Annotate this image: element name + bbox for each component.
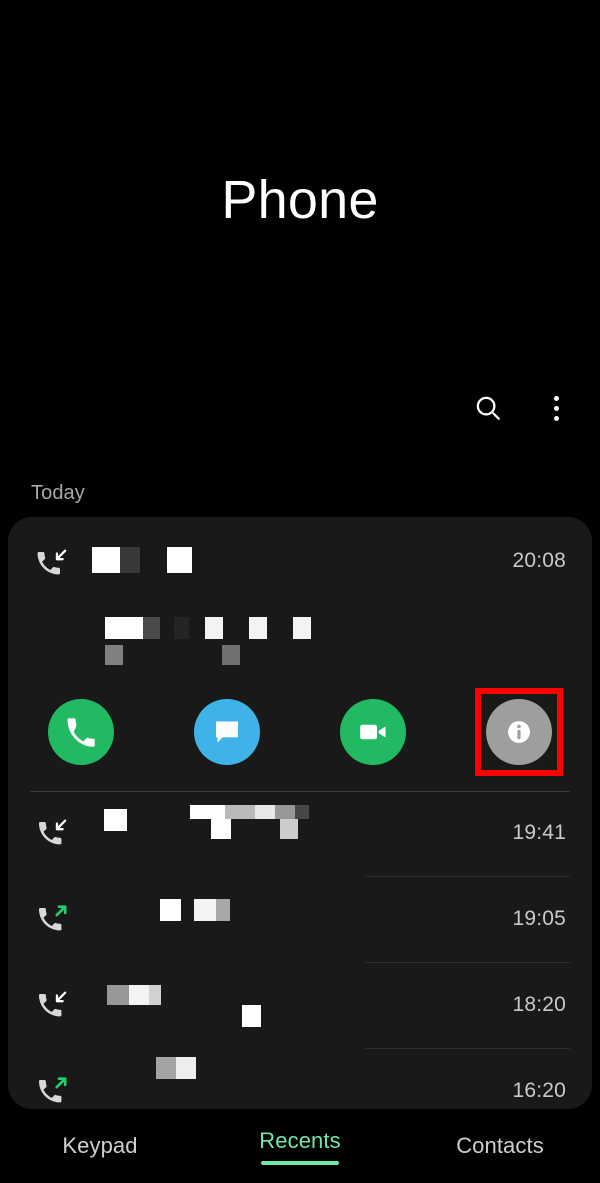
redaction-block xyxy=(211,819,231,839)
incoming-call-icon xyxy=(38,819,67,845)
redaction-block xyxy=(280,819,298,839)
expanded-entry-header: 20:08 xyxy=(8,541,592,585)
nav-contacts[interactable]: Contacts xyxy=(400,1109,600,1183)
call-row-time: 19:05 xyxy=(512,907,566,930)
message-action-cell xyxy=(154,699,300,765)
more-vertical-icon xyxy=(553,395,559,421)
redaction-block xyxy=(275,805,295,819)
quick-action-row xyxy=(8,688,592,776)
call-rows-container: 19:41 19:05 18:20 16:20 xyxy=(8,791,592,1109)
video-call-action-cell xyxy=(300,699,446,765)
call-list-row[interactable]: 19:05 xyxy=(8,877,592,963)
phone-app-screen: Phone Today 20:08 19:41 19:05 18:20 16:2… xyxy=(0,0,600,1183)
redaction-block xyxy=(156,1057,176,1079)
call-list-row[interactable]: 18:20 xyxy=(8,963,592,1049)
call-details-button[interactable] xyxy=(486,699,552,765)
nav-item-label: Contacts xyxy=(456,1133,544,1158)
redaction-block xyxy=(174,617,189,639)
nav-item-label: Recents xyxy=(259,1127,341,1153)
video-camera-icon xyxy=(360,724,386,740)
app-bar-actions xyxy=(466,386,578,430)
expanded-call-entry[interactable]: 20:08 xyxy=(8,517,592,792)
nav-keypad[interactable]: Keypad xyxy=(0,1109,200,1183)
search-button[interactable] xyxy=(466,386,510,430)
redaction-block xyxy=(160,899,181,921)
message-icon xyxy=(216,721,238,743)
nav-recents[interactable]: Recents xyxy=(200,1109,400,1183)
redaction-block xyxy=(149,985,161,1005)
redaction-block xyxy=(205,617,223,639)
redaction-block xyxy=(167,547,192,573)
redacted-contact-number-line2 xyxy=(105,645,240,665)
call-list-row[interactable]: 19:41 xyxy=(8,791,592,877)
bottom-navigation-bar: Keypad Recents Contacts xyxy=(0,1109,600,1183)
app-bar: Phone xyxy=(0,0,600,440)
recents-list-card: 20:08 19:41 19:05 18:20 16:20 xyxy=(8,517,592,1109)
redaction-block xyxy=(293,617,311,639)
page-title: Phone xyxy=(221,170,379,230)
redaction-block xyxy=(255,805,275,819)
redaction-block xyxy=(194,899,216,921)
redaction-block xyxy=(105,645,123,665)
expanded-entry-time: 20:08 xyxy=(512,549,566,572)
redaction-block xyxy=(105,617,143,639)
redaction-block xyxy=(176,1057,196,1079)
redaction-block xyxy=(222,645,240,665)
incoming-call-icon xyxy=(37,549,67,575)
redaction-block xyxy=(104,809,127,831)
call-details-action-cell xyxy=(446,688,592,776)
nav-item-label: Keypad xyxy=(62,1133,138,1158)
nav-active-underline xyxy=(261,1160,339,1165)
call-row-time: 16:20 xyxy=(512,1079,566,1102)
call-action-cell xyxy=(8,699,154,765)
call-list-row[interactable]: 16:20 xyxy=(8,1049,592,1109)
phone-icon xyxy=(67,718,95,747)
redaction-block xyxy=(129,985,149,1005)
call-button[interactable] xyxy=(48,699,114,765)
call-row-time: 19:41 xyxy=(512,821,566,844)
section-header-today: Today xyxy=(31,482,85,504)
redacted-contact-name xyxy=(92,547,192,573)
info-icon xyxy=(508,721,530,743)
search-icon xyxy=(476,396,500,420)
call-row-time: 18:20 xyxy=(512,993,566,1016)
incoming-call-icon xyxy=(38,991,67,1017)
redaction-block xyxy=(92,547,120,573)
redacted-contact-number-line1 xyxy=(105,617,311,639)
redaction-block xyxy=(242,1005,261,1027)
redaction-block xyxy=(295,805,309,819)
redaction-block xyxy=(216,899,230,921)
redaction-block xyxy=(143,617,160,639)
redaction-block xyxy=(225,805,255,819)
redaction-block xyxy=(120,547,140,573)
outgoing-call-icon xyxy=(38,1077,67,1103)
outgoing-call-icon xyxy=(38,905,67,931)
message-button[interactable] xyxy=(194,699,260,765)
video-call-button[interactable] xyxy=(340,699,406,765)
redaction-block xyxy=(107,985,129,1005)
redaction-block xyxy=(249,617,267,639)
redaction-block xyxy=(190,805,225,819)
overflow-menu-button[interactable] xyxy=(534,386,578,430)
